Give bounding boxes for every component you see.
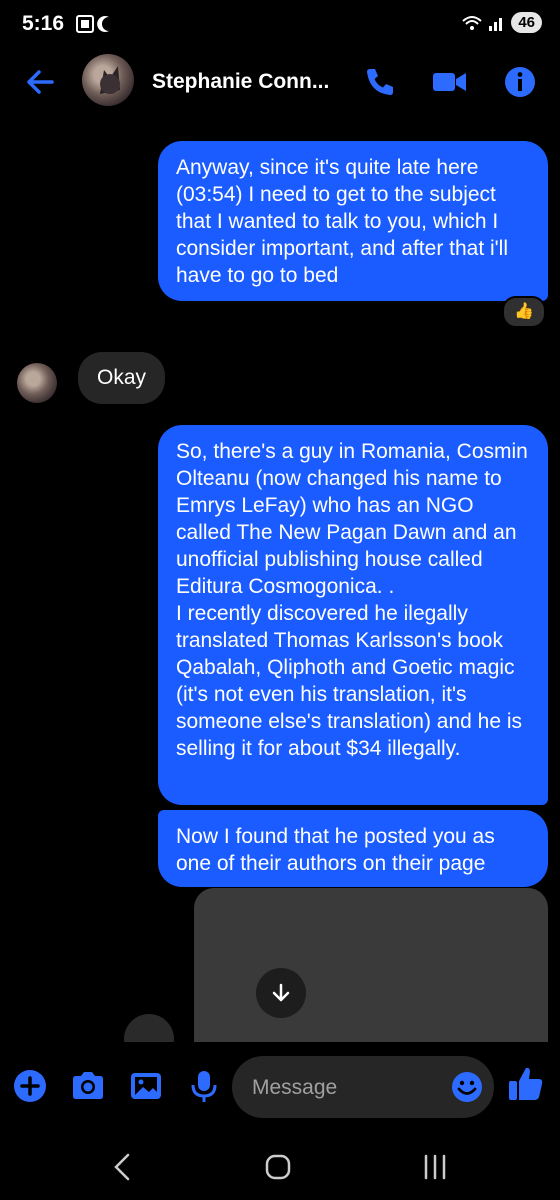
wifi-signal-icon [462, 15, 503, 31]
message-composer [0, 1042, 560, 1132]
gallery-icon[interactable] [128, 1068, 164, 1104]
status-icons [75, 13, 135, 40]
plus-icon[interactable] [12, 1068, 48, 1104]
shared-media-preview[interactable] [194, 888, 548, 1048]
message-outgoing-1[interactable]: Anyway, since it's quite late here (03:5… [158, 141, 548, 301]
system-navigation-bar [0, 1132, 560, 1200]
battery-level: 46 [511, 12, 542, 33]
nav-recents-icon[interactable] [420, 1152, 450, 1182]
cat-photo [100, 66, 120, 94]
contact-avatar[interactable] [82, 54, 134, 106]
nav-back-icon[interactable] [108, 1152, 138, 1182]
message-incoming-1[interactable]: Okay [78, 352, 166, 404]
thumbs-up-reaction: 👍 [514, 303, 534, 320]
reaction-badge[interactable]: 👍 [502, 296, 546, 328]
back-arrow-icon[interactable] [22, 64, 58, 100]
like-thumb-icon[interactable] [506, 1064, 546, 1104]
message-input[interactable] [250, 1056, 444, 1120]
camera-icon[interactable] [70, 1068, 106, 1104]
microphone-icon[interactable] [186, 1068, 222, 1104]
status-time: 5:16 [22, 12, 65, 35]
chat-header: Stephanie Conn... [0, 50, 560, 114]
message-outgoing-2[interactable]: So, there's a guy in Romania, Cosmin Olt… [158, 425, 548, 805]
message-outgoing-3[interactable]: Now I found that he posted you as one of… [158, 810, 548, 887]
arrow-down-icon [272, 983, 290, 1002]
message-input-box[interactable] [232, 1056, 494, 1120]
status-bar: 5:16 46 [0, 0, 560, 50]
info-icon[interactable] [502, 64, 538, 100]
status-right: 46 [461, 12, 542, 33]
scroll-to-bottom-button[interactable] [256, 968, 306, 1018]
emoji-icon[interactable] [450, 1070, 484, 1104]
contact-avatar-small[interactable] [17, 363, 57, 403]
video-call-icon[interactable] [432, 64, 468, 100]
phone-call-icon[interactable] [362, 64, 398, 100]
contact-name[interactable]: Stephanie Conn... [152, 70, 329, 94]
nav-home-icon[interactable] [264, 1152, 294, 1182]
screenshot-icon [76, 15, 109, 33]
